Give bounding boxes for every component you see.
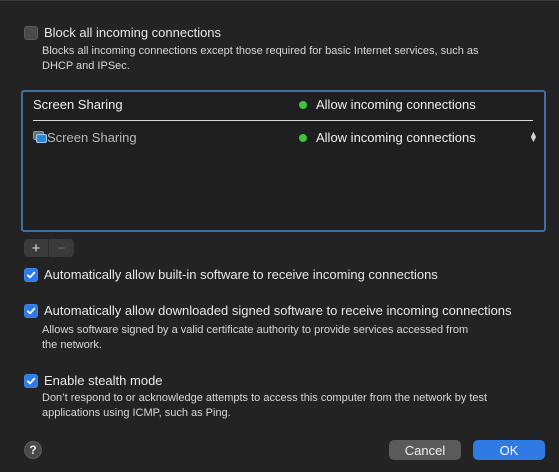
auto-signed-label[interactable]: Automatically allow downloaded signed so… <box>44 302 512 319</box>
header-status-label: Allow incoming connections <box>316 97 476 112</box>
auto-signed-row[interactable]: Automatically allow downloaded signed so… <box>24 302 512 319</box>
row-status-popup[interactable]: Allow incoming connections <box>299 130 476 145</box>
auto-builtin-checkbox[interactable] <box>24 268 38 282</box>
header-status: Allow incoming connections <box>299 97 476 112</box>
checkmark-icon <box>26 307 36 315</box>
cancel-button[interactable]: Cancel <box>389 440 461 460</box>
block-all-description: Blocks all incoming connections except t… <box>42 44 542 74</box>
auto-signed-description: Allows software signed by a valid certif… <box>42 323 542 353</box>
block-all-row[interactable]: Block all incoming connections <box>24 24 221 41</box>
auto-signed-checkbox[interactable] <box>24 304 38 318</box>
header-app-name: Screen Sharing <box>33 97 123 112</box>
checkmark-icon <box>26 377 36 385</box>
table-add-remove-control: + − <box>24 239 74 257</box>
help-button[interactable]: ? <box>24 441 42 459</box>
block-all-description-line2: DHCP and IPSec. <box>42 60 130 72</box>
up-down-chevron-icon[interactable]: ▲ ▼ <box>529 130 538 144</box>
auto-signed-description-line2: the network. <box>42 339 102 351</box>
checkmark-icon <box>26 271 36 279</box>
stealth-row[interactable]: Enable stealth mode <box>24 372 163 389</box>
green-status-dot-icon <box>299 133 307 142</box>
row-app-name: Screen Sharing <box>47 130 137 145</box>
screen-sharing-icon <box>33 131 47 144</box>
table-row[interactable]: Screen Sharing Allow incoming connection… <box>23 128 544 150</box>
block-all-label[interactable]: Block all incoming connections <box>44 24 221 41</box>
row-status-label: Allow incoming connections <box>316 130 476 145</box>
ok-button[interactable]: OK <box>473 440 545 460</box>
auto-signed-description-line1: Allows software signed by a valid certif… <box>42 324 469 336</box>
row-app: Screen Sharing <box>33 130 137 145</box>
stealth-description: Don’t respond to or acknowledge attempts… <box>42 391 542 421</box>
stealth-description-line2: applications using ICMP, such as Ping. <box>42 407 231 419</box>
stealth-checkbox[interactable] <box>24 374 38 388</box>
block-all-description-line1: Blocks all incoming connections except t… <box>42 45 479 57</box>
table-header-row[interactable]: Screen Sharing Allow incoming connection… <box>23 92 544 120</box>
stealth-label[interactable]: Enable stealth mode <box>44 372 163 389</box>
firewall-options-sheet: Block all incoming connections Blocks al… <box>0 0 559 472</box>
header-divider <box>33 120 533 121</box>
auto-builtin-row[interactable]: Automatically allow built-in software to… <box>24 266 438 283</box>
green-status-dot-icon <box>299 100 307 109</box>
add-app-button[interactable]: + <box>24 239 49 257</box>
remove-app-button[interactable]: − <box>49 239 74 257</box>
stealth-description-line1: Don’t respond to or acknowledge attempts… <box>42 392 488 404</box>
auto-builtin-label[interactable]: Automatically allow built-in software to… <box>44 266 438 283</box>
app-connections-table[interactable]: Screen Sharing Allow incoming connection… <box>21 90 546 232</box>
block-all-checkbox[interactable] <box>24 26 38 40</box>
